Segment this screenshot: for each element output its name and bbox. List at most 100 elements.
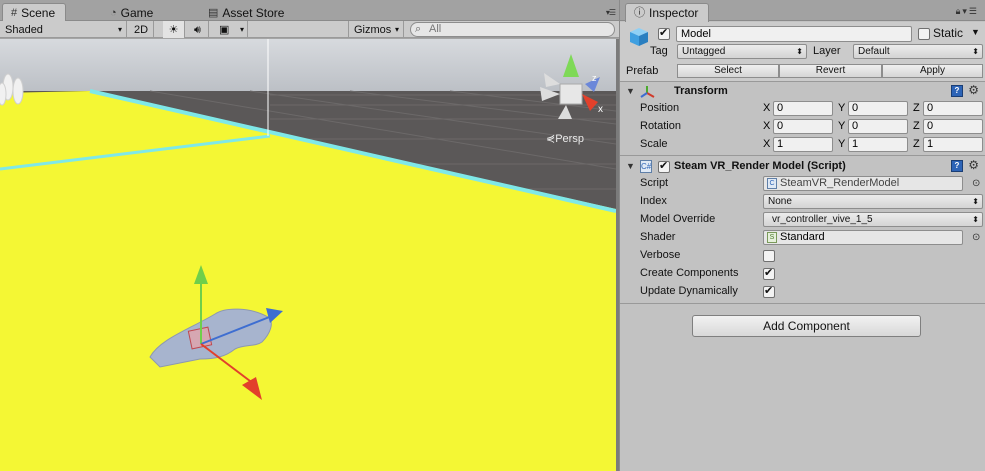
update-dynamically-label: Update Dynamically [640,285,738,297]
prefab-apply-button[interactable]: Apply [882,64,983,78]
axis-x-label: X [763,138,771,150]
fold-arrow-icon[interactable]: ▼ [626,161,635,171]
axis-y-label: Y [838,138,846,150]
script-field: C SteamVR_RenderModel [763,176,963,191]
shader-icon: S [767,232,777,243]
tab-inspector[interactable]: ⓘ Inspector [625,3,710,22]
grid-icon: # [11,7,18,19]
scene-tabbar: # Scene ◔ Game ▤ Asset Store ▾☰ [0,0,619,22]
gear-icon[interactable]: ⚙ [968,83,979,97]
lighting-toggle-button[interactable]: ☀ [163,21,185,38]
tab-menu-icon[interactable]: ▾☰ [606,8,616,17]
position-z-field[interactable]: 0 [923,101,983,116]
lock-icon[interactable]: 🔒︎▾☰ [956,6,979,17]
script-icon: C [767,178,777,189]
static-checkbox[interactable] [918,28,930,40]
dropdown-arrow-icon: ▾ [394,24,399,34]
static-label: Static [933,26,964,40]
inspector-tabbar: ⓘ Inspector 🔒︎▾☰ [620,0,985,22]
layer-dropdown[interactable]: Default ⬍ [853,44,983,59]
transform-header[interactable]: ▼ Transform ? ⚙ [620,83,985,101]
object-picker-icon[interactable]: ⊙ [972,232,980,243]
dropdown-arrow-icon: ▾ [239,24,244,34]
position-x-field[interactable]: 0 [773,101,833,116]
effects-dropdown[interactable]: ▣ ▾ [214,21,248,38]
scene-panel: # Scene ◔ Game ▤ Asset Store ▾☰ Shaded ▾… [0,0,619,471]
render-model-title: Steam VR_Render Model (Script) [674,160,846,172]
pacman-icon: ◔ [110,6,117,19]
projection-label[interactable]: ⋞Persp [546,132,584,145]
sun-icon: ☀ [168,23,179,36]
script-label: Script [640,177,669,189]
help-icon[interactable]: ? [951,85,963,97]
dropdown-arrow-icon: ⬍ [972,215,979,224]
component-enabled-checkbox[interactable] [658,159,670,173]
verbose-label: Verbose [640,249,681,261]
render-model-component: ▼ C# Steam VR_Render Model (Script) ? ⚙ … [620,158,985,304]
audio-toggle-button[interactable]: 🔊︎ [187,21,209,38]
verbose-checkbox[interactable] [763,250,775,262]
axis-x-label: X [763,120,771,132]
gameobject-cube-icon [630,28,648,46]
transform-component: ▼ Transform ? ⚙ Position X 0 Y 0 Z 0 Rot… [620,83,985,156]
rotation-z-field[interactable]: 0 [923,119,983,134]
prefab-revert-button[interactable]: Revert [779,64,882,78]
layer-label: Layer [813,45,841,57]
tag-dropdown[interactable]: Untagged ⬍ [677,44,807,59]
axis-y-label: Y [838,120,846,132]
index-dropdown[interactable]: None ⬍ [763,194,983,209]
scale-label: Scale [640,138,668,150]
model-override-dropdown[interactable]: vr_controller_vive_1_5 ⬍ [763,212,983,227]
store-icon: ▤ [208,6,219,19]
update-dynamically-checkbox[interactable] [763,284,775,298]
add-component-button[interactable]: Add Component [692,315,921,337]
object-picker-icon[interactable]: ⊙ [972,178,980,189]
scene-canvas[interactable]: z x [0,39,616,471]
position-y-field[interactable]: 0 [848,101,908,116]
scene-viewport[interactable]: z x ⋞Persp [0,39,616,471]
gizmos-dropdown[interactable]: Gizmos ▾ [348,21,404,38]
gizmo-x-label: x [598,104,603,115]
rotation-label: Rotation [640,120,681,132]
axis-z-label: Z [913,138,920,150]
scale-x-field[interactable]: 1 [773,137,833,152]
static-dropdown-arrow-icon[interactable]: ▼ [971,27,980,37]
gear-icon[interactable]: ⚙ [968,158,979,172]
prefab-select-button[interactable]: Select [677,64,779,78]
tag-label: Tag [650,45,668,57]
script-icon: C# [640,160,652,173]
model-override-label: Model Override [640,213,716,225]
fold-arrow-icon[interactable]: ▼ [626,86,635,96]
info-icon: ⓘ [634,7,645,19]
create-components-label: Create Components [640,267,739,279]
help-icon[interactable]: ? [951,160,963,172]
object-name-field[interactable]: Model [676,26,912,42]
transform-title: Transform [674,85,728,97]
dropdown-arrow-icon: ⬍ [972,47,979,56]
create-components-checkbox[interactable] [763,266,775,280]
axis-z-label: Z [913,120,920,132]
dropdown-arrow-icon: ⬍ [796,47,803,56]
scene-search-input[interactable]: ⌕ All [410,22,615,37]
scene-toolbar: Shaded ▾ 2D ☀ 🔊︎ ▣ ▾ Gizmos ▾ ⌕ All [0,21,619,38]
render-model-header[interactable]: ▼ C# Steam VR_Render Model (Script) ? ⚙ [620,158,985,176]
tab-game[interactable]: ◔ Game [102,3,163,22]
shading-mode-dropdown[interactable]: Shaded ▾ [0,21,127,38]
2d-toggle-button[interactable]: 2D [129,21,154,38]
gizmo-z-label: z [592,73,597,83]
perspective-icon: ⋞ [546,133,556,145]
tab-asset-store[interactable]: ▤ Asset Store [200,3,294,22]
index-label: Index [640,195,667,207]
axis-z-label: Z [913,102,920,114]
rotation-y-field[interactable]: 0 [848,119,908,134]
axis-y-label: Y [838,102,846,114]
tab-scene[interactable]: # Scene [2,3,67,22]
active-checkbox[interactable] [658,26,670,40]
position-label: Position [640,102,680,114]
axis-x-label: X [763,102,771,114]
dropdown-arrow-icon: ⬍ [972,197,979,206]
scale-y-field[interactable]: 1 [848,137,908,152]
scale-z-field[interactable]: 1 [923,137,983,152]
shader-field[interactable]: S Standard [763,230,963,245]
rotation-x-field[interactable]: 0 [773,119,833,134]
